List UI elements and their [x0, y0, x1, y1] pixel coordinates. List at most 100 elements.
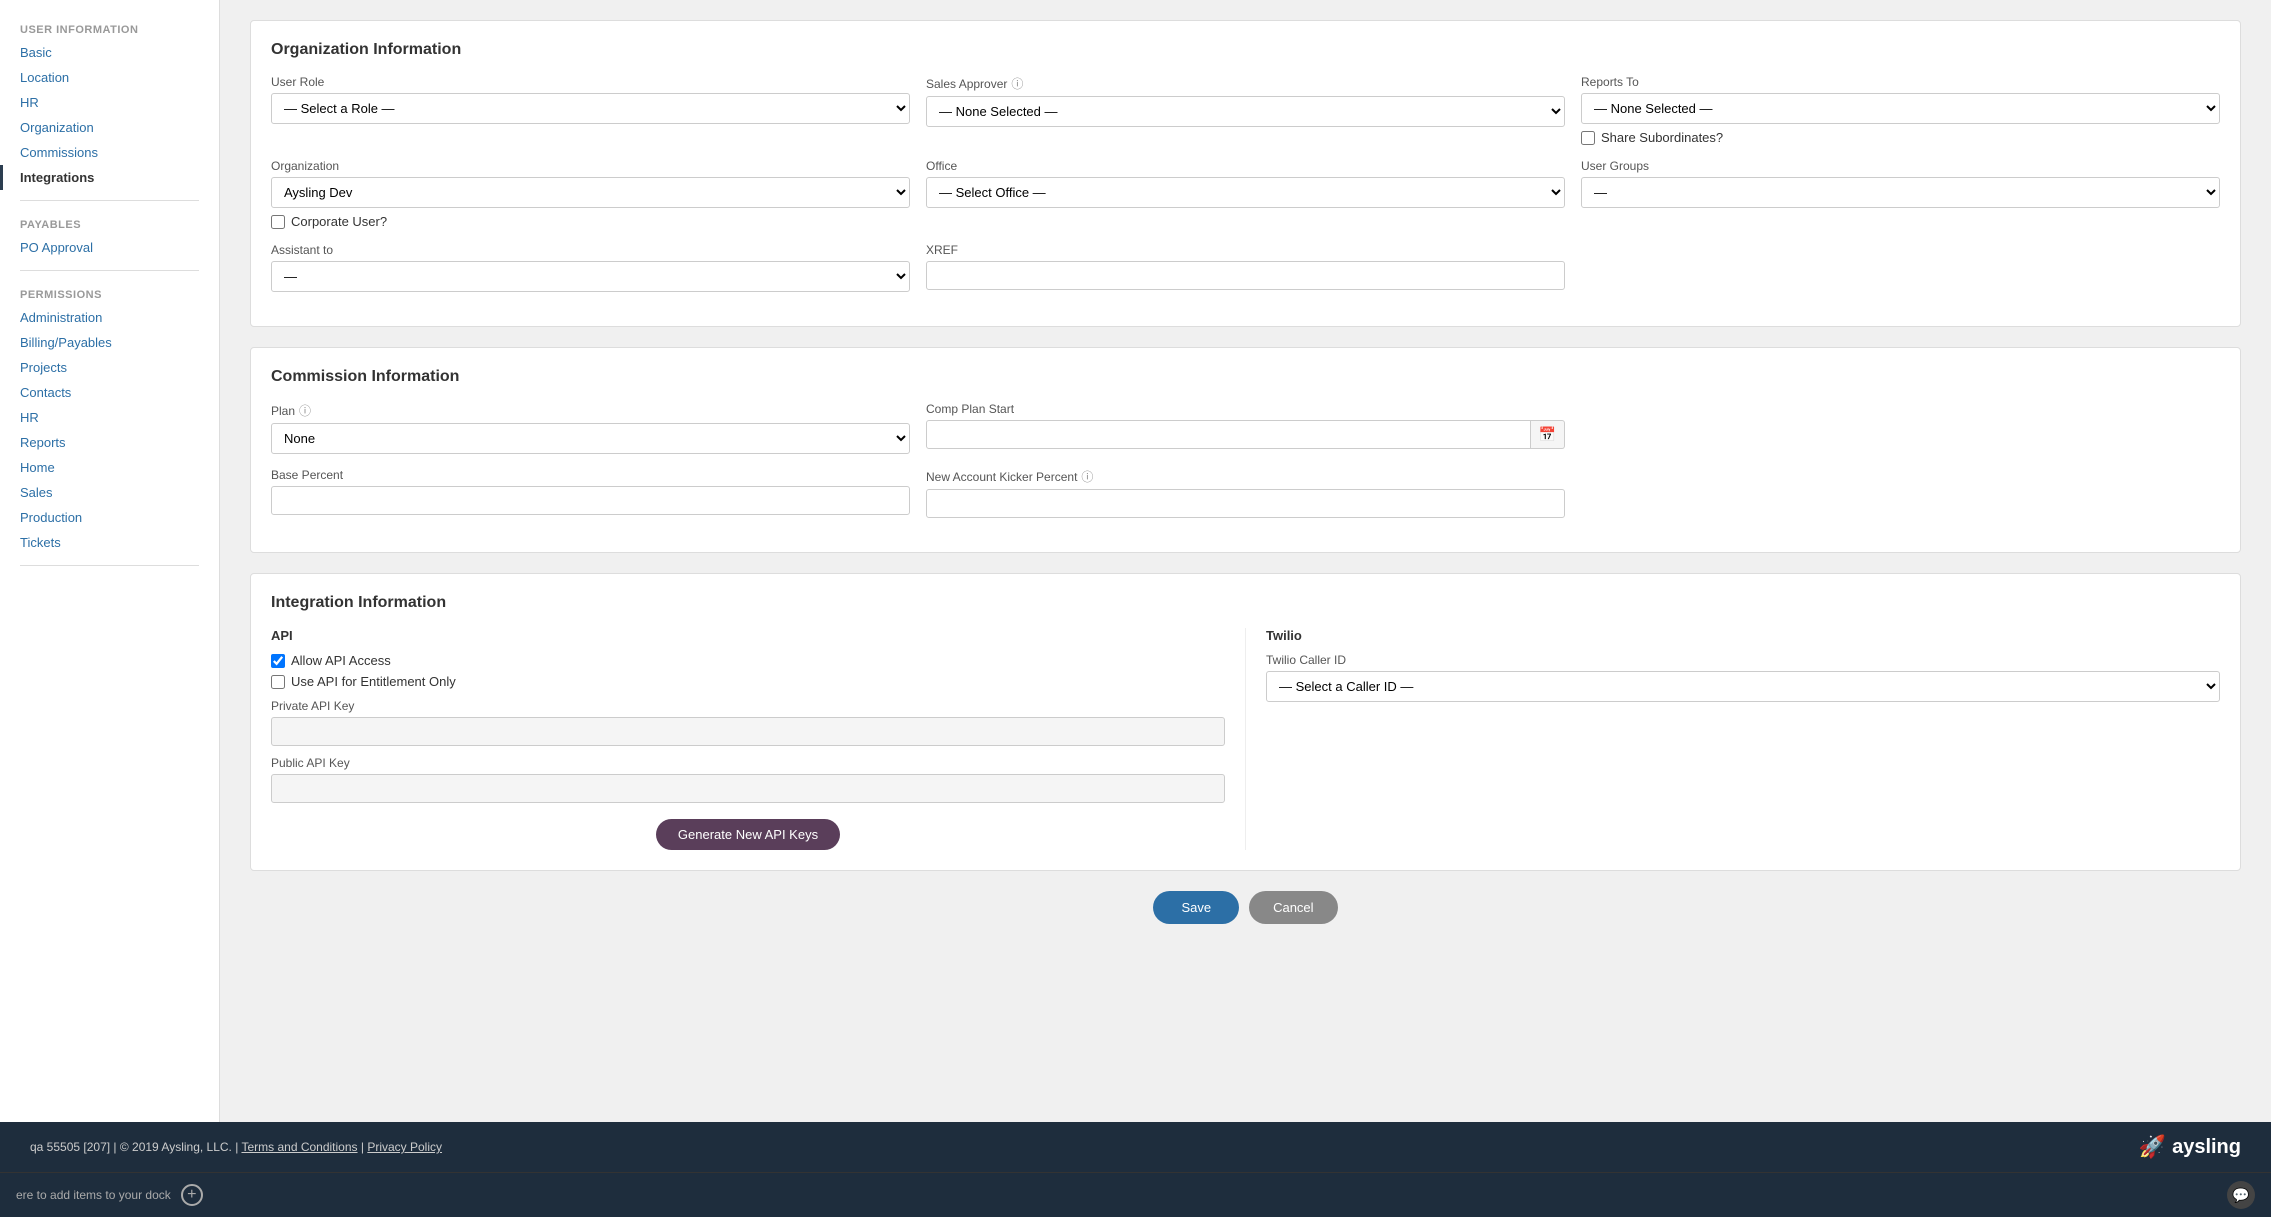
sidebar-item-projects[interactable]: Projects	[0, 355, 219, 380]
reports-to-select[interactable]: — None Selected —	[1581, 93, 2220, 124]
sidebar-item-production[interactable]: Production	[0, 505, 219, 530]
sidebar-item-commissions[interactable]: Commissions	[0, 140, 219, 165]
sidebar-item-po-approval[interactable]: PO Approval	[0, 235, 219, 260]
comp-plan-start-input[interactable]: 0000-00-00	[926, 420, 1531, 449]
reports-to-label: Reports To	[1581, 75, 2220, 89]
kicker-info-icon: ⓘ	[1081, 468, 1093, 485]
sidebar-item-reports[interactable]: Reports	[0, 430, 219, 455]
cancel-button[interactable]: Cancel	[1249, 891, 1337, 924]
footer: qa 55505 [207] | © 2019 Aysling, LLC. | …	[0, 1122, 2271, 1172]
office-group: Office — Select Office —	[926, 159, 1565, 229]
use-api-entitlement-label: Use API for Entitlement Only	[291, 674, 456, 689]
sales-approver-group: Sales Approver ⓘ — None Selected —	[926, 75, 1565, 145]
share-subordinates-row: Share Subordinates?	[1581, 130, 2220, 145]
footer-logo: 🚀 aysling	[2139, 1134, 2241, 1160]
sidebar-item-tickets[interactable]: Tickets	[0, 530, 219, 555]
sidebar-item-sales[interactable]: Sales	[0, 480, 219, 505]
xref-input[interactable]	[926, 261, 1565, 290]
user-role-select[interactable]: — Select a Role —	[271, 93, 910, 124]
user-groups-label: User Groups	[1581, 159, 2220, 173]
allow-api-access-label: Allow API Access	[291, 653, 391, 668]
plan-label: Plan ⓘ	[271, 402, 910, 419]
organization-select[interactable]: Aysling Dev	[271, 177, 910, 208]
comp-plan-start-label: Comp Plan Start	[926, 402, 1565, 416]
aysling-logo-icon: 🚀	[2139, 1134, 2166, 1160]
kicker-percent-group: New Account Kicker Percent ⓘ 0.00	[926, 468, 1565, 518]
plan-info-icon: ⓘ	[299, 402, 311, 419]
api-section: API Allow API Access Use API for Entitle…	[271, 628, 1245, 850]
plan-select[interactable]: None	[271, 423, 910, 454]
sidebar-section-title: USER INFORMATION	[0, 16, 219, 40]
twilio-section: Twilio Twilio Caller ID — Select a Calle…	[1245, 628, 2220, 850]
user-role-group: User Role — Select a Role —	[271, 75, 910, 145]
api-twilio-row: API Allow API Access Use API for Entitle…	[271, 628, 2220, 850]
assistant-to-select[interactable]: —	[271, 261, 910, 292]
assistant-to-label: Assistant to	[271, 243, 910, 257]
sidebar-item-organization[interactable]: Organization	[0, 115, 219, 140]
sidebar-divider	[20, 565, 199, 566]
sidebar-divider	[20, 270, 199, 271]
sidebar-divider	[20, 200, 199, 201]
share-subordinates-checkbox[interactable]	[1581, 131, 1595, 145]
dock-chat-button[interactable]: 💬	[2227, 1181, 2255, 1209]
action-row: Save Cancel	[250, 891, 2241, 924]
private-api-key-input[interactable]	[271, 717, 1225, 746]
sidebar-item-contacts[interactable]: Contacts	[0, 380, 219, 405]
comp-plan-start-input-wrapper: 0000-00-00 📅	[926, 420, 1565, 449]
footer-privacy-link[interactable]: Privacy Policy	[367, 1140, 442, 1154]
sidebar-item-integrations[interactable]: Integrations	[0, 165, 219, 190]
xref-label: XREF	[926, 243, 1565, 257]
caller-id-select[interactable]: — Select a Caller ID —	[1266, 671, 2220, 702]
corporate-user-row: Corporate User?	[271, 214, 910, 229]
sidebar-item-basic[interactable]: Basic	[0, 40, 219, 65]
footer-terms-link[interactable]: Terms and Conditions	[241, 1140, 357, 1154]
allow-api-access-row: Allow API Access	[271, 653, 1225, 668]
sales-approver-select[interactable]: — None Selected —	[926, 96, 1565, 127]
plan-group: Plan ⓘ None	[271, 402, 910, 454]
sales-approver-info-icon: ⓘ	[1011, 75, 1023, 92]
allow-api-access-checkbox[interactable]	[271, 654, 285, 668]
organization-label: Organization	[271, 159, 910, 173]
sidebar-item-hr[interactable]: HR	[0, 405, 219, 430]
footer-logo-text: aysling	[2172, 1136, 2241, 1159]
caller-id-label: Twilio Caller ID	[1266, 653, 2220, 667]
public-api-key-input[interactable]	[271, 774, 1225, 803]
commission-info-card: Commission Information Plan ⓘ None Comp …	[250, 347, 2241, 553]
user-role-label: User Role	[271, 75, 910, 89]
corporate-user-checkbox[interactable]	[271, 215, 285, 229]
private-api-key-label: Private API Key	[271, 699, 1225, 713]
user-groups-group: User Groups —	[1581, 159, 2220, 229]
org-info-title: Organization Information	[271, 41, 2220, 59]
sidebar-item-home[interactable]: Home	[0, 455, 219, 480]
sidebar-item-billing-payables[interactable]: Billing/Payables	[0, 330, 219, 355]
base-percent-label: Base Percent	[271, 468, 910, 482]
user-groups-select[interactable]: —	[1581, 177, 2220, 208]
integration-info-title: Integration Information	[271, 594, 2220, 612]
base-percent-input[interactable]: 0.00	[271, 486, 910, 515]
api-section-title: API	[271, 628, 1225, 643]
corporate-user-label: Corporate User?	[291, 214, 387, 229]
sidebar-item-location[interactable]: Location	[0, 65, 219, 90]
kicker-percent-label: New Account Kicker Percent ⓘ	[926, 468, 1565, 485]
generate-api-keys-button[interactable]: Generate New API Keys	[656, 819, 840, 850]
integration-info-card: Integration Information API Allow API Ac…	[250, 573, 2241, 871]
comp-plan-start-group: Comp Plan Start 0000-00-00 📅	[926, 402, 1565, 454]
dock-bar: ere to add items to your dock + 💬	[0, 1172, 2271, 1217]
kicker-percent-input[interactable]: 0.00	[926, 489, 1565, 518]
comp-plan-calendar-button[interactable]: 📅	[1531, 420, 1565, 449]
office-label: Office	[926, 159, 1565, 173]
sidebar-item-hr[interactable]: HR	[0, 90, 219, 115]
sidebar-section-title: PAYABLES	[0, 211, 219, 235]
public-api-key-label: Public API Key	[271, 756, 1225, 770]
public-api-key-group: Public API Key	[271, 756, 1225, 813]
commission-info-title: Commission Information	[271, 368, 2220, 386]
organization-group: Organization Aysling Dev Corporate User?	[271, 159, 910, 229]
dock-add-button[interactable]: +	[181, 1184, 203, 1206]
use-api-entitlement-checkbox[interactable]	[271, 675, 285, 689]
save-button[interactable]: Save	[1153, 891, 1239, 924]
sales-approver-label: Sales Approver ⓘ	[926, 75, 1565, 92]
sidebar-section-title: PERMISSIONS	[0, 281, 219, 305]
base-percent-group: Base Percent 0.00	[271, 468, 910, 518]
sidebar-item-administration[interactable]: Administration	[0, 305, 219, 330]
office-select[interactable]: — Select Office —	[926, 177, 1565, 208]
